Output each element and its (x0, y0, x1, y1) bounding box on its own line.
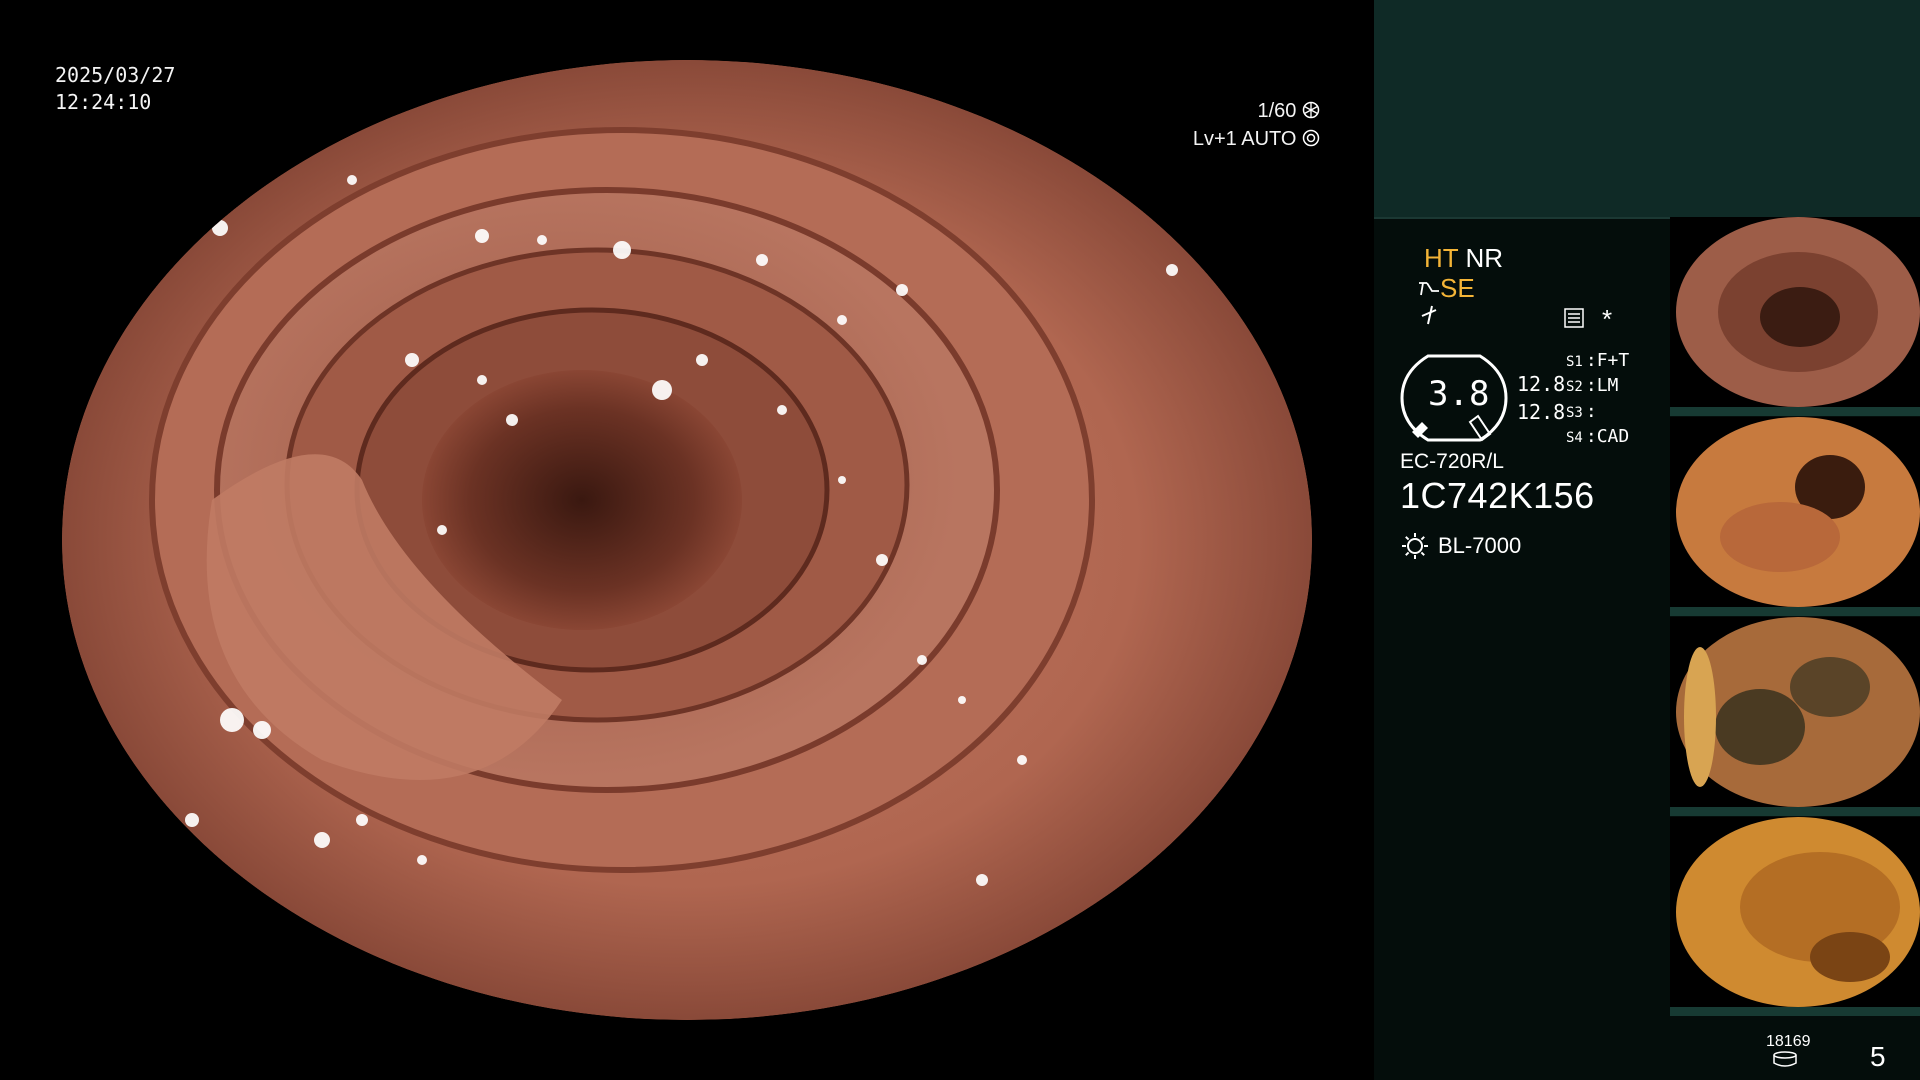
thumbnail-bar (1670, 807, 1920, 816)
scope-serial: 1C742K156 (1400, 475, 1595, 516)
light-source: BL-7000 (1438, 533, 1522, 558)
mode-row-1: HT NR (1424, 243, 1503, 274)
shutter-text: 1/60 (1257, 100, 1297, 122)
thumbnail-image (1670, 617, 1920, 807)
datetime-overlay: 2025/03/27 12:24:10 (55, 62, 175, 116)
info-panel: HT NR SE * 3.8 12.8 12.8 S1:F+T S2:LM S3… (1374, 0, 1920, 1080)
structure-enhance-icon (1419, 282, 1439, 296)
switch-s3: S3: (1566, 401, 1597, 422)
thumbnail-image (1670, 217, 1920, 407)
iris-row: Lv+1 AUTO (1193, 125, 1320, 153)
thumbnail-1[interactable] (1670, 217, 1920, 407)
page-number: 5 (1870, 1041, 1886, 1072)
level-text: Lv+1 (1192, 128, 1237, 150)
star-indicator: * (1602, 304, 1613, 334)
lumen-image (62, 60, 1312, 1020)
switch-value: F+T (1596, 350, 1630, 371)
switch-s4: S4:CAD (1566, 426, 1630, 447)
thumbnail-3[interactable] (1670, 617, 1920, 807)
menu-icon (1564, 308, 1584, 328)
gauge-side-value-1: 12.8 (1517, 372, 1566, 396)
shutter-icon (1302, 101, 1320, 119)
switch-value: CAD (1596, 426, 1630, 447)
gauge-value: 3.8 (1428, 374, 1490, 414)
time-text: 12:24:10 (55, 90, 152, 114)
thumbnail-image (1670, 817, 1920, 1007)
switch-key: S1 (1566, 354, 1583, 370)
thumbnail-image (1670, 417, 1920, 607)
color-mode-icon (1421, 305, 1437, 325)
switch-value: LM (1596, 375, 1619, 396)
mode-row-2: SE (1418, 273, 1475, 304)
switch-key: S4 (1566, 430, 1583, 446)
thumbnail-2[interactable] (1670, 417, 1920, 607)
thumbnail-bar (1670, 607, 1920, 616)
thumbnail-bar (1670, 407, 1920, 416)
switch-s1: S1:F+T (1566, 350, 1630, 371)
image-counter: 18169 (1766, 1033, 1811, 1050)
mode-nr: NR (1465, 243, 1503, 273)
exposure-overlay: 1/60 Lv+1 AUTO (1193, 97, 1320, 153)
date-text: 2025/03/27 (55, 63, 176, 87)
mode-ht: HT (1424, 243, 1459, 273)
switch-s2: S2:LM (1566, 375, 1619, 396)
mode-row-3 (1418, 302, 1440, 333)
gauge-side-value-2: 12.8 (1517, 400, 1566, 424)
scope-model: EC-720R/L (1400, 450, 1504, 473)
database-icon (1773, 1051, 1797, 1067)
lamp-icon (1402, 533, 1428, 559)
endoscope-view (62, 60, 1312, 1020)
shutter-row: 1/60 (1193, 97, 1320, 125)
switch-key: S2 (1566, 379, 1583, 395)
iris-text: AUTO (1241, 128, 1297, 150)
switch-key: S3 (1566, 405, 1583, 421)
iris-icon (1302, 129, 1320, 147)
panel-header-area (1374, 0, 1920, 217)
mode-se: SE (1440, 273, 1475, 303)
thumbnail-bar (1670, 1007, 1920, 1016)
thumbnail-4[interactable] (1670, 817, 1920, 1007)
